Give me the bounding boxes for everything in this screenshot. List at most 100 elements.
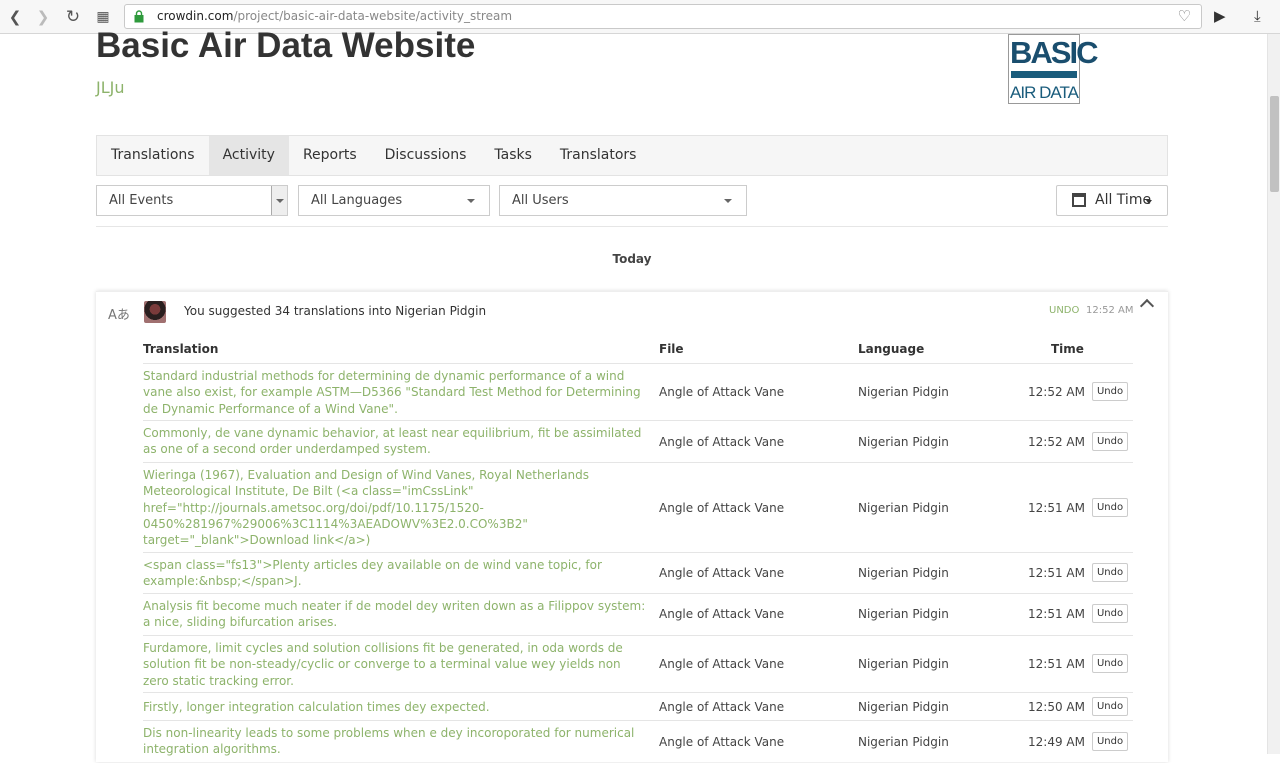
day-heading: Today [612,252,652,266]
undo-button[interactable]: Undo [1092,654,1128,673]
url-path: /project/basic-air-data-website/activity… [233,9,513,23]
translation-text[interactable]: Dis non-linearity leads to some problems… [143,725,649,758]
tab-tasks[interactable]: Tasks [480,136,546,175]
translation-text[interactable]: Analysis fit become much neater if de mo… [143,598,649,631]
language-name: Nigerian Pidgin [858,501,949,515]
file-name: Angle of Attack Vane [659,501,785,515]
row-time: 12:51 AM [1028,657,1085,671]
table-row: Wieringa (1967), Evaluation and Design o… [143,462,1133,553]
avatar[interactable] [144,301,166,323]
events-dropdown-button[interactable] [271,186,287,215]
lock-icon [134,10,144,23]
undo-button[interactable]: Undo [1092,382,1128,401]
language-name: Nigerian Pidgin [858,566,949,580]
row-time: 12:51 AM [1028,501,1085,515]
project-owner[interactable]: JLJu [96,78,125,97]
table-row: Dis non-linearity leads to some problems… [143,720,1133,763]
column-header-file: File [659,342,684,356]
time-filter-button[interactable]: All Time [1056,185,1168,216]
caret-down-icon [1146,200,1152,204]
url-text: crowdin.com/project/basic-air-data-websi… [157,9,512,23]
translate-icon: Aあ [108,308,130,323]
file-name: Angle of Attack Vane [659,735,785,749]
file-name: Angle of Attack Vane [659,657,785,671]
activity-summary: You suggested 34 translations into Niger… [184,304,487,318]
language-name: Nigerian Pidgin [858,657,949,671]
chevron-down-icon [276,199,284,203]
back-icon[interactable]: ❮ [6,8,24,26]
undo-button[interactable]: Undo [1092,697,1128,716]
undo-button[interactable]: Undo [1092,563,1128,582]
scrollbar-thumb[interactable] [1270,96,1279,192]
translation-text[interactable]: Commonly, de vane dynamic behavior, at l… [143,425,649,458]
send-icon[interactable]: ▶ [1214,7,1226,25]
table-row: Furdamore, limit cycles and solution col… [143,635,1133,693]
table-row: Standard industrial methods for determin… [143,363,1133,421]
column-header-time: Time [1051,342,1084,356]
logo-line2: AIR DATA [1010,83,1079,102]
column-header-translation: Translation [143,342,219,356]
row-time: 12:49 AM [1028,735,1085,749]
translation-text[interactable]: Wieringa (1967), Evaluation and Design o… [143,467,649,548]
forward-icon[interactable]: ❯ [34,8,52,26]
undo-button[interactable]: Undo [1092,604,1128,623]
chevron-up-icon[interactable] [1139,298,1155,314]
language-name: Nigerian Pidgin [858,607,949,621]
file-name: Angle of Attack Vane [659,385,785,399]
tab-discussions[interactable]: Discussions [371,136,481,175]
translation-text[interactable]: <span class="fs13">Plenty articles dey a… [143,557,649,590]
tab-translators[interactable]: Translators [546,136,651,175]
logo-line1: BASIC [1010,35,1098,70]
language-name: Nigerian Pidgin [858,700,949,714]
table-row: <span class="fs13">Plenty articles dey a… [143,552,1133,594]
row-time: 12:51 AM [1028,607,1085,621]
row-time: 12:51 AM [1028,566,1085,580]
chevron-down-icon [724,199,732,203]
tab-activity[interactable]: Activity [208,136,289,175]
calendar-icon [1072,193,1086,207]
divider [96,226,1168,227]
users-filter-value: All Users [512,193,569,208]
users-filter-select[interactable]: All Users [499,185,747,216]
reload-icon[interactable]: ↻ [64,8,82,26]
url-domain: crowdin.com [157,9,234,23]
page-scrollbar[interactable] [1267,34,1280,754]
time-filter-label: All Time [1095,192,1152,208]
logo-bar [1011,71,1077,78]
tab-translations[interactable]: Translations [97,136,209,175]
translation-text[interactable]: Firstly, longer integration calculation … [143,699,649,715]
language-name: Nigerian Pidgin [858,735,949,749]
undo-all-link[interactable]: UNDO [1049,305,1079,316]
translation-text[interactable]: Standard industrial methods for determin… [143,368,649,417]
activity-card: Aあ You suggested 34 translations into Ni… [96,291,1168,762]
chevron-down-icon [467,199,475,203]
activity-time: 12:52 AM [1086,305,1134,316]
download-icon[interactable]: ⤓ [1254,7,1261,25]
row-time: 12:52 AM [1028,385,1085,399]
events-filter-value: All Events [109,193,174,208]
project-logo: BASIC AIR DATA [1008,34,1098,104]
undo-button[interactable]: Undo [1092,432,1128,451]
tab-reports[interactable]: Reports [289,136,371,175]
language-name: Nigerian Pidgin [858,435,949,449]
apps-grid-icon[interactable]: ▦ [94,8,112,26]
undo-button[interactable]: Undo [1092,498,1128,517]
undo-button[interactable]: Undo [1092,732,1128,751]
column-header-language: Language [858,342,925,356]
project-tabs: Translations Activity Reports Discussion… [96,135,1168,176]
translation-text[interactable]: Furdamore, limit cycles and solution col… [143,640,649,689]
table-row: Commonly, de vane dynamic behavior, at l… [143,420,1133,463]
row-time: 12:52 AM [1028,435,1085,449]
file-name: Angle of Attack Vane [659,435,785,449]
table-row: Firstly, longer integration calculation … [143,692,1133,721]
languages-filter-select[interactable]: All Languages [298,185,490,216]
languages-filter-value: All Languages [311,193,403,208]
bookmark-heart-icon[interactable]: ♡ [1178,7,1191,25]
table-row: Analysis fit become much neater if de mo… [143,593,1133,636]
file-name: Angle of Attack Vane [659,566,785,580]
file-name: Angle of Attack Vane [659,607,785,621]
page-title: Basic Air Data Website [96,26,476,65]
events-filter-select[interactable]: All Events [96,185,288,216]
language-name: Nigerian Pidgin [858,385,949,399]
row-time: 12:50 AM [1028,700,1085,714]
